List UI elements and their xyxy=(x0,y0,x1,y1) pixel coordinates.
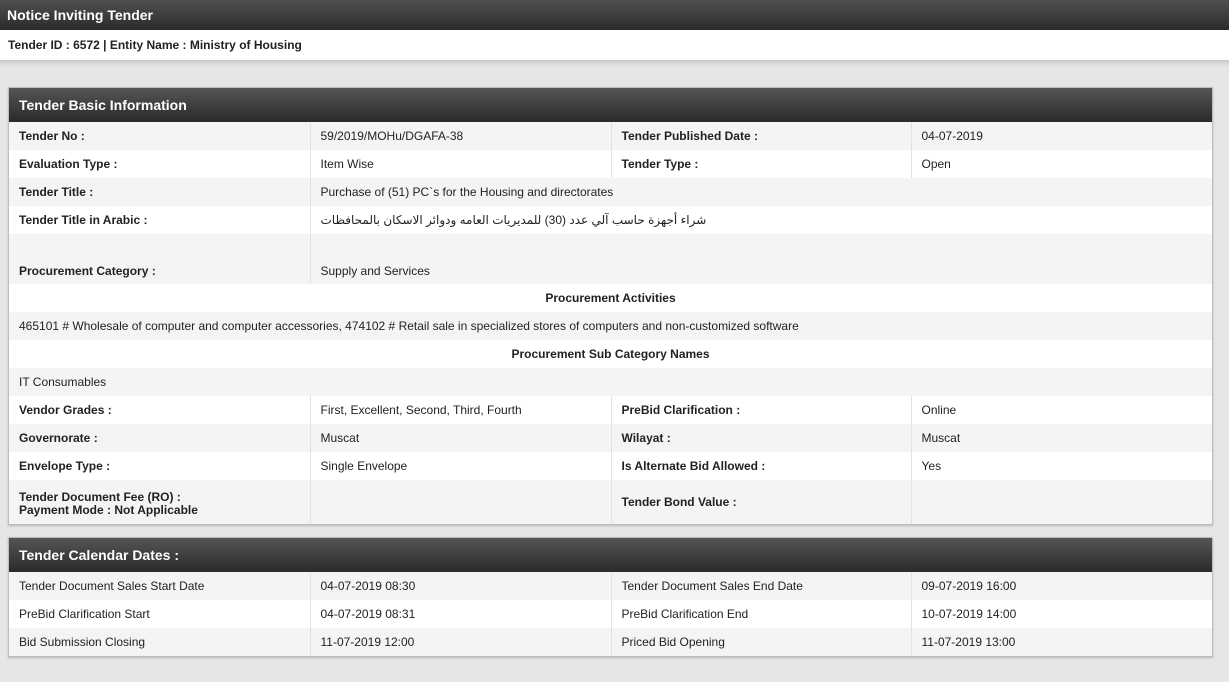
table-row: IT Consumables xyxy=(9,368,1212,396)
tender-bond-label: Tender Bond Value : xyxy=(611,480,912,524)
tender-basic-table: Tender No : 59/2019/MOHu/DGAFA-38 Tender… xyxy=(9,122,1212,524)
tender-title-label: Tender Title : xyxy=(9,178,311,206)
table-row: Tender Title in Arabic : شراء أجهزة حاسب… xyxy=(9,206,1212,234)
procurement-category-label: Procurement Category : xyxy=(9,234,311,284)
procurement-category-value: Supply and Services xyxy=(310,234,1212,284)
table-row: Procurement Sub Category Names xyxy=(9,340,1212,368)
table-row: Tender No : 59/2019/MOHu/DGAFA-38 Tender… xyxy=(9,122,1212,150)
tender-calendar-header: Tender Calendar Dates : xyxy=(9,538,1212,572)
evaluation-type-label: Evaluation Type : xyxy=(9,150,311,178)
procurement-subcategory-heading: Procurement Sub Category Names xyxy=(9,340,1212,368)
calendar-value: 09-07-2019 16:00 xyxy=(911,572,1212,600)
table-row: 465101 # Wholesale of computer and compu… xyxy=(9,312,1212,340)
tender-entity-line: Tender ID : 6572 | Entity Name : Ministr… xyxy=(0,30,1229,61)
calendar-value: 04-07-2019 08:31 xyxy=(310,600,612,628)
procurement-activities-heading: Procurement Activities xyxy=(9,284,1212,312)
document-fee-value xyxy=(310,480,612,524)
wilayat-label: Wilayat : xyxy=(611,424,912,452)
tender-type-value: Open xyxy=(911,150,1212,178)
table-row: Procurement Activities xyxy=(9,284,1212,312)
page-title: Notice Inviting Tender xyxy=(0,0,1229,30)
calendar-label: Tender Document Sales Start Date xyxy=(9,572,311,600)
table-row: Vendor Grades : First, Excellent, Second… xyxy=(9,396,1212,424)
table-row: Tender Title : Purchase of (51) PC`s for… xyxy=(9,178,1212,206)
tender-calendar-panel: Tender Calendar Dates : Tender Document … xyxy=(8,537,1213,657)
calendar-label: Tender Document Sales End Date xyxy=(611,572,912,600)
calendar-label: PreBid Clarification Start xyxy=(9,600,311,628)
table-row: Governorate : Muscat Wilayat : Muscat xyxy=(9,424,1212,452)
published-date-value: 04-07-2019 xyxy=(911,122,1212,150)
calendar-value: 04-07-2019 08:30 xyxy=(310,572,612,600)
tender-title-arabic-value: شراء أجهزة حاسب آلي عدد (30) للمديريات ا… xyxy=(310,206,1212,234)
procurement-activities-value: 465101 # Wholesale of computer and compu… xyxy=(9,312,1212,340)
calendar-value: 11-07-2019 13:00 xyxy=(911,628,1212,656)
tender-title-arabic-label: Tender Title in Arabic : xyxy=(9,206,311,234)
envelope-type-value: Single Envelope xyxy=(310,452,612,480)
governorate-label: Governorate : xyxy=(9,424,311,452)
wilayat-value: Muscat xyxy=(911,424,1212,452)
calendar-label: Bid Submission Closing xyxy=(9,628,311,656)
table-row: Bid Submission Closing 11-07-2019 12:00 … xyxy=(9,628,1212,656)
calendar-value: 10-07-2019 14:00 xyxy=(911,600,1212,628)
arabic-text: شراء أجهزة حاسب آلي عدد (30) للمديريات ا… xyxy=(320,213,707,227)
tender-basic-header: Tender Basic Information xyxy=(9,88,1212,122)
evaluation-type-value: Item Wise xyxy=(310,150,612,178)
calendar-label: PreBid Clarification End xyxy=(611,600,912,628)
separator xyxy=(0,61,1229,87)
table-row: PreBid Clarification Start 04-07-2019 08… xyxy=(9,600,1212,628)
procurement-subcategory-value: IT Consumables xyxy=(9,368,1212,396)
tender-no-value: 59/2019/MOHu/DGAFA-38 xyxy=(310,122,612,150)
table-row: Procurement Category : Supply and Servic… xyxy=(9,234,1212,284)
tender-basic-panel: Tender Basic Information Tender No : 59/… xyxy=(8,87,1213,525)
envelope-type-label: Envelope Type : xyxy=(9,452,311,480)
calendar-value: 11-07-2019 12:00 xyxy=(310,628,612,656)
prebid-clarification-value: Online xyxy=(911,396,1212,424)
tender-bond-value xyxy=(911,480,1212,524)
table-row: Envelope Type : Single Envelope Is Alter… xyxy=(9,452,1212,480)
document-fee-cell: Tender Document Fee (RO) : Payment Mode … xyxy=(9,480,311,524)
alternate-bid-value: Yes xyxy=(911,452,1212,480)
table-row: Tender Document Sales Start Date 04-07-2… xyxy=(9,572,1212,600)
table-row: Tender Document Fee (RO) : Payment Mode … xyxy=(9,480,1212,524)
vendor-grades-label: Vendor Grades : xyxy=(9,396,311,424)
vendor-grades-value: First, Excellent, Second, Third, Fourth xyxy=(310,396,612,424)
table-row: Evaluation Type : Item Wise Tender Type … xyxy=(9,150,1212,178)
prebid-clarification-label: PreBid Clarification : xyxy=(611,396,912,424)
tender-type-label: Tender Type : xyxy=(611,150,912,178)
governorate-value: Muscat xyxy=(310,424,612,452)
payment-mode-label: Payment Mode : Not Applicable xyxy=(19,503,198,517)
tender-calendar-table: Tender Document Sales Start Date 04-07-2… xyxy=(9,572,1212,656)
tender-no-label: Tender No : xyxy=(9,122,311,150)
calendar-label: Priced Bid Opening xyxy=(611,628,912,656)
tender-title-value: Purchase of (51) PC`s for the Housing an… xyxy=(310,178,1212,206)
alternate-bid-label: Is Alternate Bid Allowed : xyxy=(611,452,912,480)
published-date-label: Tender Published Date : xyxy=(611,122,912,150)
